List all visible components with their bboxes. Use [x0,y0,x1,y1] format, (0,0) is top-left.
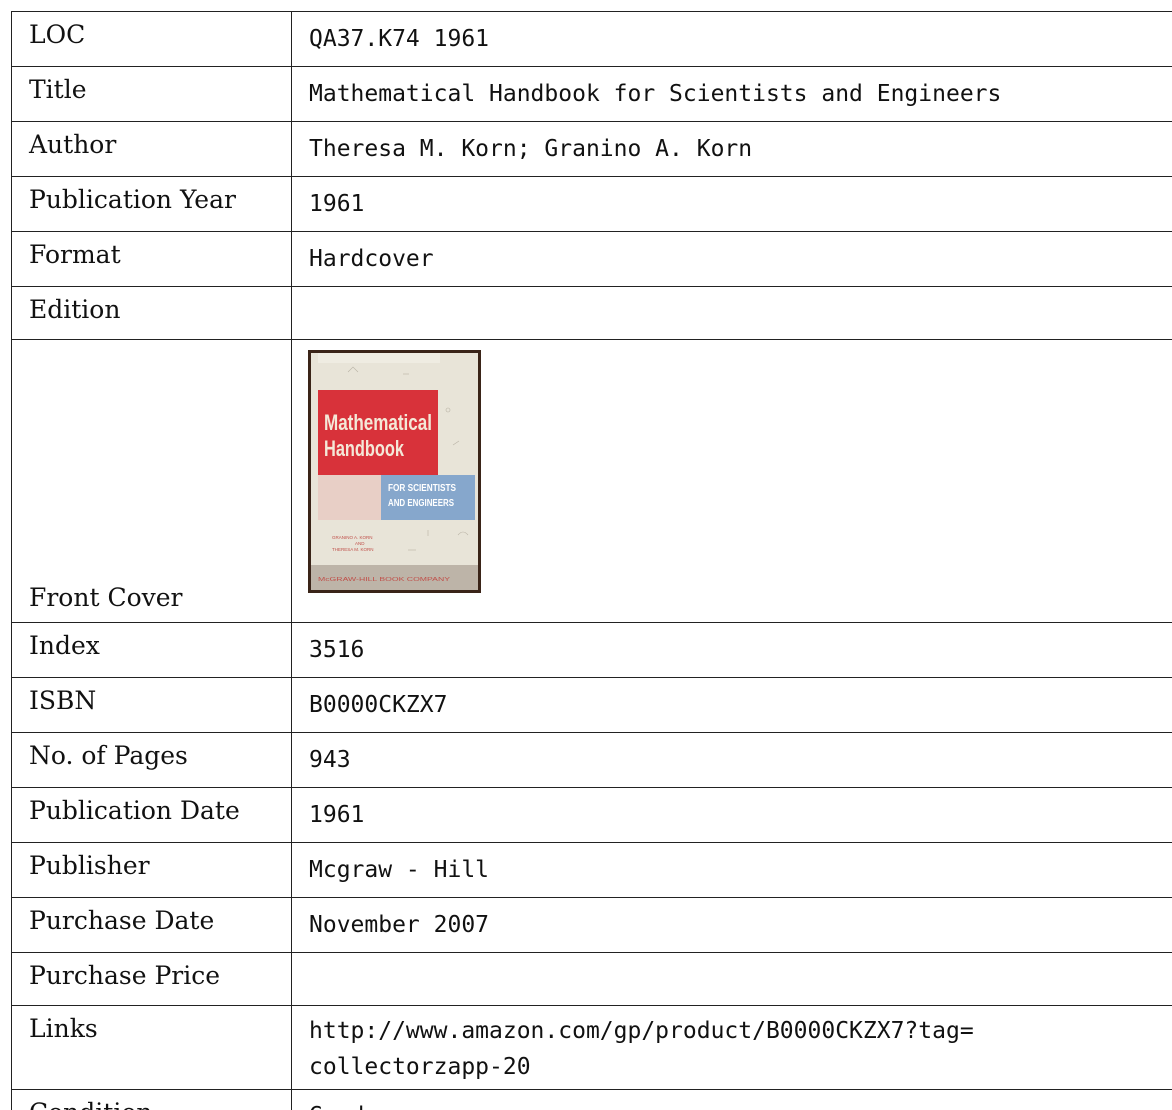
book-cover-image[interactable]: Mathematical Handbook FOR SCIENTISTS AND… [308,350,481,593]
isbn-label: ISBN [11,677,292,733]
format-label: Format [11,231,292,287]
row-publication-year: Publication Year 1961 [11,176,1172,232]
pages-value: 943 [291,732,1172,788]
author-label: Author [11,121,292,177]
row-purchase-date: Purchase Date November 2007 [11,897,1172,953]
link-line-1[interactable]: http://www.amazon.com/gp/product/B0000CK… [309,1013,1172,1049]
row-format: Format Hardcover [11,231,1172,287]
index-label: Index [11,622,292,678]
cover-subtitle-line1: FOR SCIENTISTS [388,483,456,494]
index-value: 3516 [291,622,1172,678]
front-cover-label: Front Cover [11,339,292,623]
row-links: Links http://www.amazon.com/gp/product/B… [11,1005,1172,1090]
cover-top-band [318,353,440,363]
cover-author-line1: GRANINO A. KORN [332,535,373,540]
cover-subtitle-line2: AND ENGINEERS [388,498,454,509]
row-publisher: Publisher Mcgraw - Hill [11,842,1172,898]
purchase-date-value: November 2007 [291,897,1172,953]
front-cover-cell: Mathematical Handbook FOR SCIENTISTS AND… [291,339,1172,623]
book-record-page: LOC QA37.K74 1961 Title Mathematical Han… [0,0,1172,1110]
cover-title-line1: Mathematical [324,410,432,435]
row-condition: Condition Good [11,1089,1172,1110]
publication-year-value: 1961 [291,176,1172,232]
isbn-value: B0000CKZX7 [291,677,1172,733]
edition-value [291,286,1172,340]
link-line-2[interactable]: collectorzapp-20 [309,1049,1172,1085]
publication-date-value: 1961 [291,787,1172,843]
row-isbn: ISBN B0000CKZX7 [11,677,1172,733]
loc-value: QA37.K74 1961 [291,11,1172,67]
edition-label: Edition [11,286,292,340]
row-pages: No. of Pages 943 [11,732,1172,788]
condition-value: Good [291,1089,1172,1110]
purchase-date-label: Purchase Date [11,897,292,953]
publication-year-label: Publication Year [11,176,292,232]
links-label: Links [11,1005,292,1090]
condition-label: Condition [11,1089,292,1110]
cover-pink-panel [318,475,381,520]
cover-author-line2: AND [355,541,365,546]
title-label: Title [11,66,292,122]
links-value[interactable]: http://www.amazon.com/gp/product/B0000CK… [291,1005,1172,1090]
cover-author-line3: THERESA M. KORN [332,547,374,552]
publisher-value: Mcgraw - Hill [291,842,1172,898]
row-index: Index 3516 [11,622,1172,678]
purchase-price-value [291,952,1172,1006]
loc-label: LOC [11,11,292,67]
cover-publisher: McGRAW-HILL BOOK COMPANY [318,577,451,583]
title-value: Mathematical Handbook for Scientists and… [291,66,1172,122]
publication-date-label: Publication Date [11,787,292,843]
pages-label: No. of Pages [11,732,292,788]
row-front-cover: Front Cover Mathematical Handbook FOR SC… [11,339,1172,623]
cover-title-line2: Handbook [324,436,405,461]
purchase-price-label: Purchase Price [11,952,292,1006]
row-title: Title Mathematical Handbook for Scientis… [11,66,1172,122]
format-value: Hardcover [291,231,1172,287]
row-author: Author Theresa M. Korn; Granino A. Korn [11,121,1172,177]
author-value: Theresa M. Korn; Granino A. Korn [291,121,1172,177]
book-details-table: LOC QA37.K74 1961 Title Mathematical Han… [11,11,1172,1110]
row-publication-date: Publication Date 1961 [11,787,1172,843]
row-edition: Edition [11,286,1172,340]
row-loc: LOC QA37.K74 1961 [11,11,1172,67]
row-purchase-price: Purchase Price [11,952,1172,1006]
publisher-label: Publisher [11,842,292,898]
